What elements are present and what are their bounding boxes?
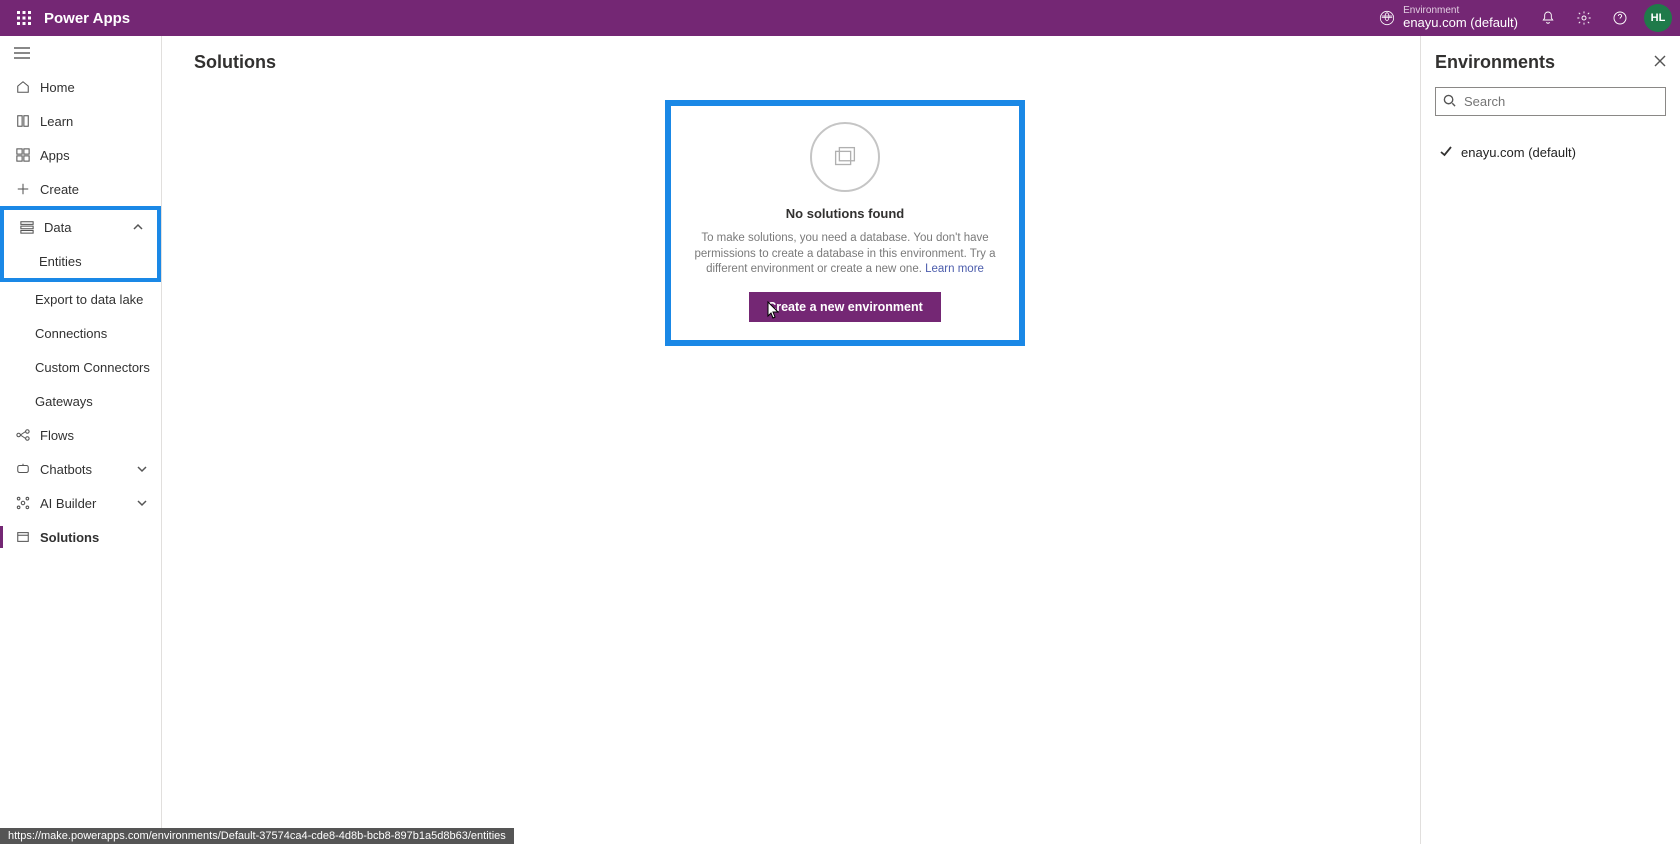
- nav-solutions[interactable]: Solutions: [0, 520, 161, 554]
- plus-icon: [14, 182, 32, 196]
- subnav-label: Entities: [39, 254, 82, 269]
- chevron-up-icon: [133, 220, 147, 235]
- nav-label: Learn: [40, 114, 151, 129]
- subnav-label: Custom Connectors: [35, 360, 150, 375]
- environment-list-item[interactable]: enayu.com (default): [1435, 136, 1666, 169]
- learn-more-link[interactable]: Learn more: [925, 263, 984, 275]
- nav-label: Chatbots: [40, 462, 137, 477]
- nav-label: Home: [40, 80, 151, 95]
- chevron-down-icon: [137, 496, 151, 511]
- environment-search-input[interactable]: [1435, 87, 1666, 116]
- empty-state-card: No solutions found To make solutions, yo…: [665, 100, 1025, 346]
- empty-state-title: No solutions found: [685, 206, 1005, 221]
- subnav-label: Gateways: [35, 394, 93, 409]
- search-icon: [1443, 94, 1456, 110]
- nav-label: Flows: [40, 428, 151, 443]
- user-avatar[interactable]: HL: [1644, 4, 1672, 32]
- highlighted-region: Data Entities: [0, 206, 161, 282]
- main-content: Solutions No solutions found To make sol…: [162, 36, 1420, 844]
- panel-title: Environments: [1435, 52, 1555, 73]
- subnav-label: Export to data lake: [35, 292, 143, 307]
- brand-title: Power Apps: [44, 10, 130, 27]
- notifications-icon[interactable]: [1530, 10, 1566, 26]
- data-icon: [18, 220, 36, 234]
- nav-apps[interactable]: Apps: [0, 138, 161, 172]
- collapse-nav-icon[interactable]: [0, 36, 161, 70]
- solutions-icon: [14, 530, 32, 544]
- environment-name-text: enayu.com (default): [1461, 145, 1576, 160]
- nav-label: Data: [44, 220, 133, 235]
- subnav-custom-connectors[interactable]: Custom Connectors: [0, 350, 161, 384]
- sidebar-nav: Home Learn Apps Create Data Entities: [0, 36, 162, 844]
- nav-label: Create: [40, 182, 151, 197]
- top-bar: Power Apps Environment enayu.com (defaul…: [0, 0, 1680, 36]
- nav-label: AI Builder: [40, 496, 137, 511]
- environment-picker[interactable]: Environment enayu.com (default): [1379, 5, 1518, 30]
- nav-flows[interactable]: Flows: [0, 418, 161, 452]
- help-icon[interactable]: [1602, 10, 1638, 26]
- page-title: Solutions: [194, 52, 1420, 73]
- subnav-gateways[interactable]: Gateways: [0, 384, 161, 418]
- nav-label: Apps: [40, 148, 151, 163]
- search-field-wrap: [1435, 87, 1666, 116]
- nav-home[interactable]: Home: [0, 70, 161, 104]
- flows-icon: [14, 428, 32, 442]
- status-bar-url: https://make.powerapps.com/environments/…: [0, 828, 514, 844]
- chatbots-icon: [14, 462, 32, 476]
- subnav-connections[interactable]: Connections: [0, 316, 161, 350]
- nav-chatbots[interactable]: Chatbots: [0, 452, 161, 486]
- nav-data[interactable]: Data: [4, 210, 157, 244]
- environment-name: enayu.com (default): [1403, 16, 1518, 30]
- app-launcher-icon[interactable]: [8, 10, 40, 26]
- close-icon[interactable]: [1654, 55, 1666, 70]
- apps-icon: [14, 148, 32, 162]
- nav-ai-builder[interactable]: AI Builder: [0, 486, 161, 520]
- checkmark-icon: [1439, 144, 1461, 161]
- settings-icon[interactable]: [1566, 10, 1602, 26]
- nav-learn[interactable]: Learn: [0, 104, 161, 138]
- subnav-export-data-lake[interactable]: Export to data lake: [0, 282, 161, 316]
- ai-builder-icon: [14, 496, 32, 510]
- subnav-label: Connections: [35, 326, 107, 341]
- environments-panel: Environments enayu.com (default): [1420, 36, 1680, 844]
- create-environment-button[interactable]: Create a new environment: [749, 292, 941, 322]
- learn-icon: [14, 114, 32, 128]
- nav-create[interactable]: Create: [0, 172, 161, 206]
- nav-label: Solutions: [40, 530, 151, 545]
- empty-state-description: To make solutions, you need a database. …: [685, 231, 1005, 278]
- home-icon: [14, 80, 32, 94]
- chevron-down-icon: [137, 462, 151, 477]
- empty-state-icon: [810, 122, 880, 192]
- subnav-entities[interactable]: Entities: [4, 244, 157, 278]
